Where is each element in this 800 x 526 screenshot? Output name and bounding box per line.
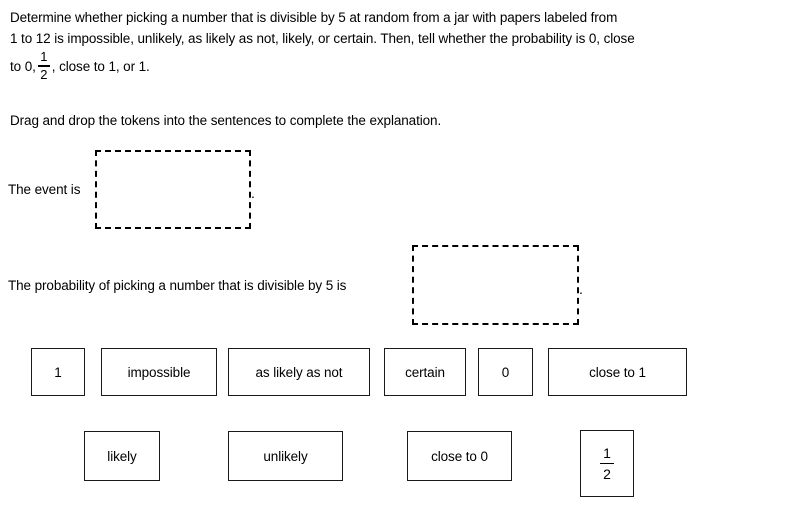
dropzone-probability-is[interactable] [412,245,579,325]
question-prompt-line-3-after: , close to 1, or 1. [51,58,150,74]
token-unlikely[interactable]: unlikely [228,431,343,481]
inline-fraction-denominator: 2 [40,66,48,82]
question-prompt-line-2: 1 to 12 is impossible, unlikely, as like… [10,31,635,46]
sentence-1-period: . [251,185,255,201]
drag-drop-instruction: Drag and drop the tokens into the senten… [10,113,442,128]
question-prompt-line-3: to 0, 1 2 , close to 1, or 1. [10,49,770,82]
token-fraction-denominator: 2 [603,466,611,483]
token-as-likely-as-not[interactable]: as likely as not [228,348,370,396]
token-fraction-numerator: 1 [603,444,611,461]
token-close-to-1[interactable]: close to 1 [548,348,687,396]
worksheet-canvas: Determine whether picking a number that … [0,0,800,526]
token-one-half[interactable]: 1 2 [580,430,634,497]
sentence-1-label: The event is [8,182,81,197]
question-prompt-line-1: Determine whether picking a number that … [10,10,618,25]
dropzone-event-is[interactable] [95,150,251,229]
question-prompt: Determine whether picking a number that … [10,7,770,81]
token-1[interactable]: 1 [31,348,85,396]
question-prompt-line-3-before: to 0, [10,58,36,74]
token-certain[interactable]: certain [384,348,466,396]
inline-fraction-numerator: 1 [40,49,48,65]
token-0[interactable]: 0 [478,348,533,396]
token-close-to-0[interactable]: close to 0 [407,431,512,481]
sentence-2-label: The probability of picking a number that… [8,278,347,293]
token-likely[interactable]: likely [84,431,160,481]
inline-fraction-one-half: 1 2 [37,49,50,82]
sentence-2-period: . [579,281,583,297]
token-impossible[interactable]: impossible [101,348,217,396]
